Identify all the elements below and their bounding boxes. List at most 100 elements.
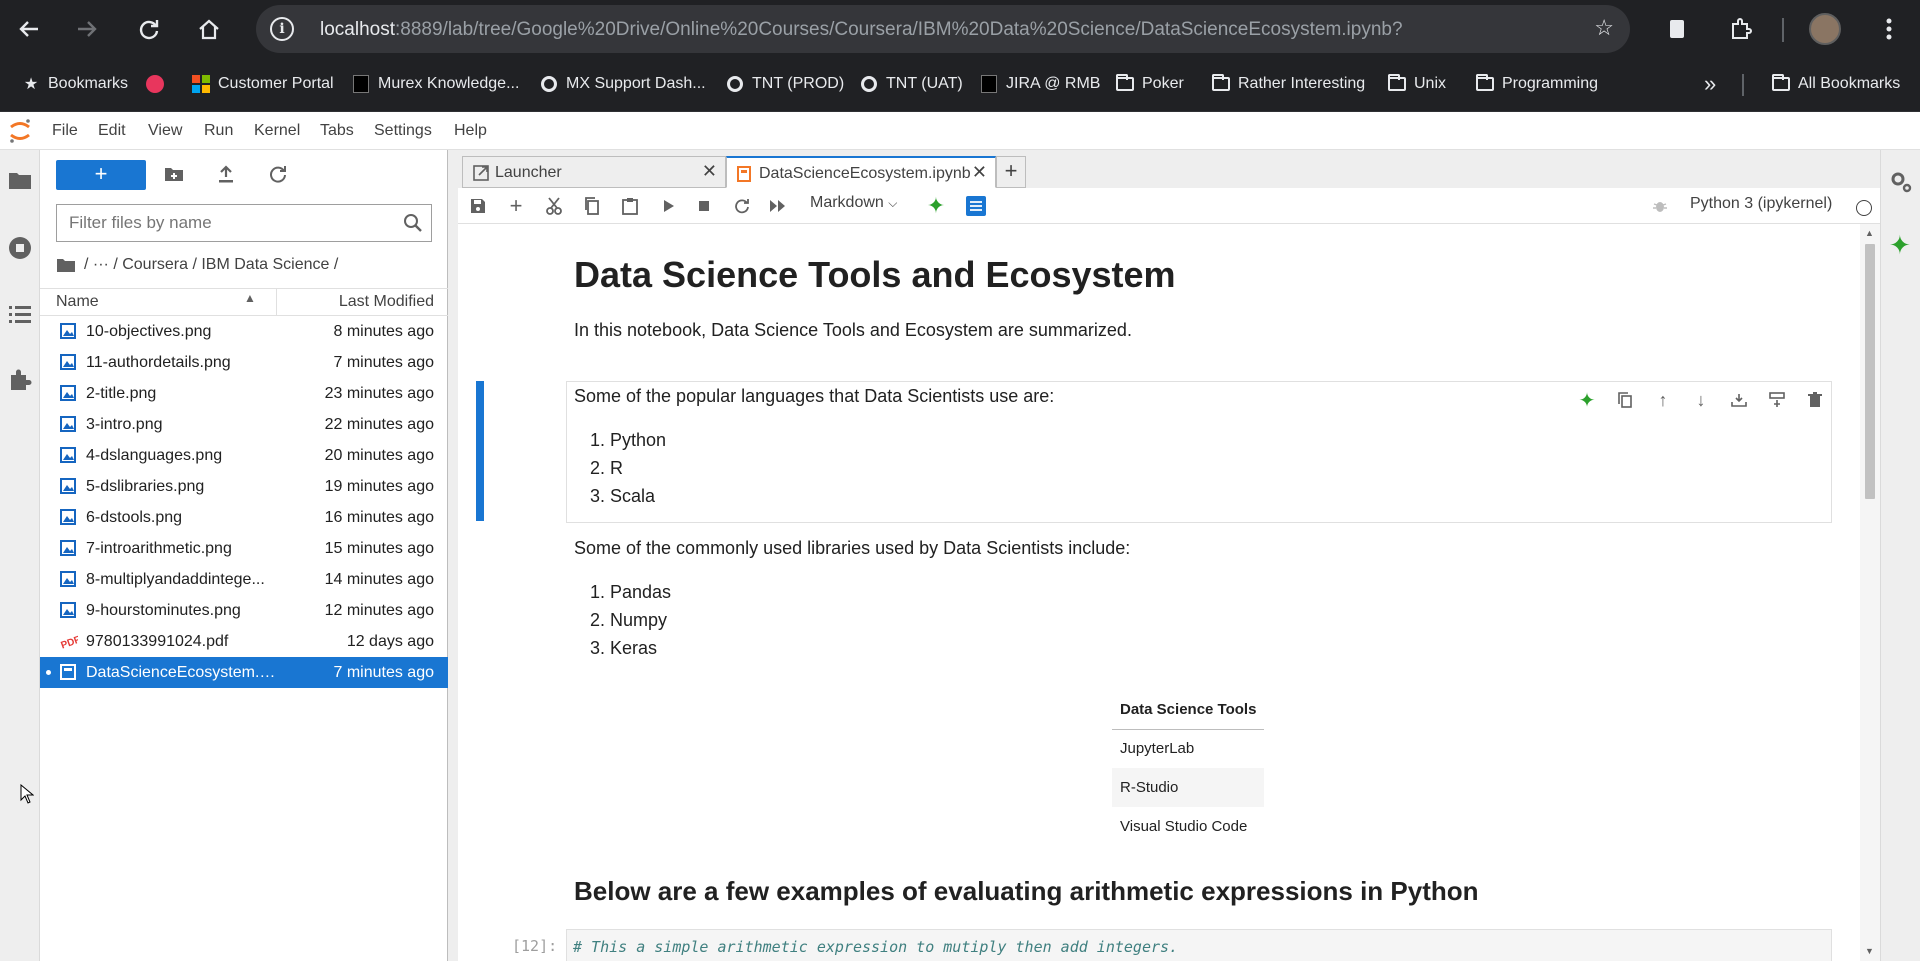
table-of-contents-icon[interactable] [8,304,32,324]
breadcrumb-path[interactable]: / ··· / Coursera / IBM Data Science / [84,256,338,274]
active-cell-indicator[interactable] [476,381,484,521]
menu-settings[interactable]: Settings [374,122,432,140]
ai-assistant-icon[interactable]: ✦ [1575,388,1599,412]
column-name-header[interactable]: Name [56,293,99,311]
running-sessions-icon[interactable] [8,236,32,260]
file-row[interactable]: DataScienceEcosystem.i... 7 minutes ago [40,657,448,688]
profile-avatar[interactable] [1806,10,1844,48]
menu-edit[interactable]: Edit [98,122,126,140]
file-row[interactable]: 2-title.png 23 minutes ago [40,378,448,409]
file-row[interactable]: 9-hourstominutes.png 12 minutes ago [40,595,448,626]
new-tab-button[interactable]: + [996,156,1026,188]
close-icon[interactable]: ✕ [972,162,987,183]
site-info-icon[interactable]: i [270,17,294,41]
bookmark-customer-portal[interactable]: Customer Portal [192,72,334,96]
paste-icon[interactable] [618,194,642,218]
bookmark-star-icon[interactable]: ☆ [1594,15,1614,41]
bookmark-tnt-uat[interactable]: TNT (UAT) [860,72,963,96]
code-cell[interactable]: # This a simple arithmetic expression to… [566,929,1832,961]
file-row[interactable]: 7-introarithmetic.png 15 minutes ago [40,533,448,564]
refresh-icon[interactable] [266,162,290,186]
move-up-icon[interactable]: ↑ [1651,388,1675,412]
run-icon[interactable] [656,194,680,218]
new-launcher-button[interactable]: + [56,160,146,190]
cut-icon[interactable] [542,194,566,218]
bookmark-rather-interesting[interactable]: Rather Interesting [1212,72,1365,96]
bookmark-poker[interactable]: Poker [1116,72,1184,96]
browser-menu-icon[interactable] [1870,10,1908,48]
back-icon[interactable] [10,10,48,48]
file-row[interactable]: 3-intro.png 22 minutes ago [40,409,448,440]
bookmark-programming[interactable]: Programming [1476,72,1598,96]
more-bookmarks-button[interactable]: » [1704,71,1716,96]
stop-icon[interactable] [692,194,716,218]
insert-cell-icon[interactable]: + [504,193,528,218]
move-down-icon[interactable]: ↓ [1689,388,1713,412]
notebook-icon [737,166,751,182]
close-icon[interactable]: ✕ [702,161,717,182]
delete-cell-icon[interactable] [1803,388,1827,412]
bookmark-redhat[interactable] [146,72,172,96]
upload-icon[interactable] [214,162,238,186]
property-inspector-gear-icon[interactable] [1889,170,1913,194]
bookmark-murex-knowledge[interactable]: Murex Knowledge... [352,72,519,96]
insert-below-icon[interactable] [1765,388,1789,412]
save-icon[interactable] [466,194,490,218]
bookmark-tnt-prod[interactable]: TNT (PROD) [726,72,844,96]
bookmark-bookmarks[interactable]: ★ Bookmarks [22,72,128,96]
scrollbar-thumb[interactable] [1865,244,1875,499]
file-modified: 7 minutes ago [333,664,434,681]
tab-launcher[interactable]: Launcher ✕ [462,156,726,188]
file-row[interactable]: 4-dslanguages.png 20 minutes ago [40,440,448,471]
forward-icon[interactable] [68,10,106,48]
menu-kernel[interactable]: Kernel [254,122,300,140]
column-modified-header[interactable]: Last Modified [339,293,434,311]
kernel-name[interactable]: Python 3 (ipykernel) [1690,195,1832,213]
restart-icon[interactable] [730,194,754,218]
extension-manager-icon[interactable] [8,368,32,392]
menu-file[interactable]: File [52,122,78,140]
reload-icon[interactable] [130,10,168,48]
ai-assistant-icon[interactable]: ✦ [924,193,948,218]
bookmark-unix[interactable]: Unix [1388,72,1446,96]
file-row[interactable]: 8-multiplyandaddintege... 14 minutes ago [40,564,448,595]
insert-above-icon[interactable] [1727,388,1751,412]
menu-run[interactable]: Run [204,122,233,140]
scroll-down-icon[interactable]: ▼ [1865,946,1874,956]
file-filter-input[interactable] [57,205,387,241]
duplicate-cell-icon[interactable] [1613,388,1637,412]
folder-icon[interactable] [56,257,76,273]
extensions-icon[interactable] [1722,10,1760,48]
new-folder-icon[interactable] [162,162,186,186]
file-browser-tab-icon[interactable] [8,170,32,190]
url-host: localhost [320,19,395,40]
file-modified: 12 days ago [346,633,434,650]
debugger-icon[interactable] [1648,194,1672,218]
address-bar[interactable]: i localhost:8889/lab/tree/Google%20Drive… [256,5,1630,53]
tab-notebook[interactable]: DataScienceEcosystem.ipynb ✕ [726,156,996,188]
all-bookmarks[interactable]: All Bookmarks [1772,72,1900,96]
file-row[interactable]: 10-objectives.png 8 minutes ago [40,316,448,347]
file-row[interactable]: 11-authordetails.png 7 minutes ago [40,347,448,378]
menu-tabs[interactable]: Tabs [320,122,354,140]
panel-splitter[interactable] [448,150,458,961]
file-filter[interactable] [56,204,432,242]
cell-type-select[interactable]: Markdown ⌵ [810,194,897,212]
menu-help[interactable]: Help [454,122,487,140]
property-inspector-icon[interactable] [964,194,988,218]
bookmark-jira[interactable]: JIRA @ RMB [980,72,1100,96]
vertical-scrollbar[interactable]: ▲ ▼ [1860,224,1880,961]
file-row[interactable]: 6-dstools.png 16 minutes ago [40,502,448,533]
run-all-icon[interactable] [766,194,790,218]
home-icon[interactable] [190,10,228,48]
file-row[interactable]: PDF 9780133991024.pdf 12 days ago [40,626,448,657]
copy-icon[interactable] [580,194,604,218]
file-row[interactable]: 5-dslibraries.png 19 minutes ago [40,471,448,502]
menu-view[interactable]: View [148,122,182,140]
reading-list-icon[interactable] [1658,10,1696,48]
notebook-panel[interactable]: Data Science Tools and Ecosystem In this… [458,224,1860,961]
bookmark-mx-support[interactable]: MX Support Dash... [540,72,706,96]
ai-chat-icon[interactable]: ✦ [1889,230,1911,261]
scroll-up-icon[interactable]: ▲ [1865,228,1874,238]
jupyter-logo[interactable] [8,118,32,144]
